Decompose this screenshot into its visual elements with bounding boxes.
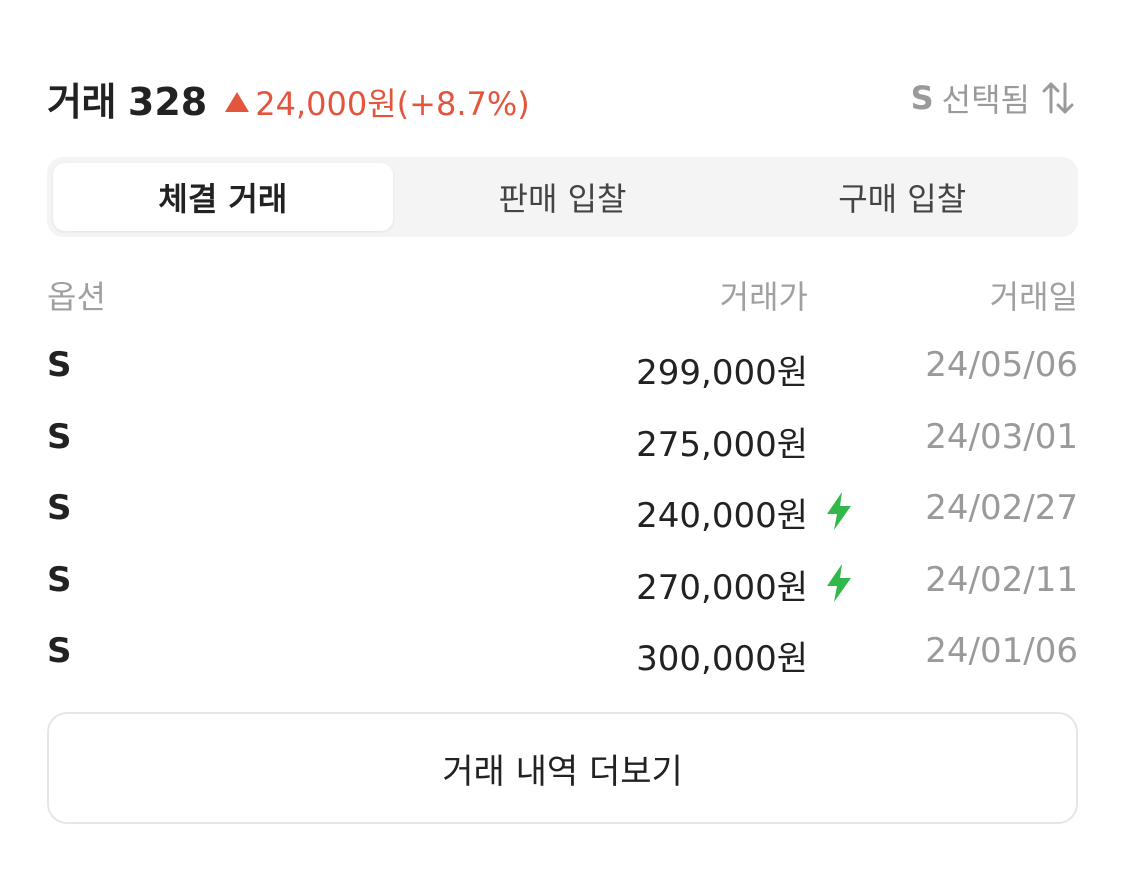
lightning-bolt-icon [827,492,851,530]
row-price: 275,000원 [636,424,808,465]
trade-title: 거래 [47,79,116,124]
table-row: S 299,000원 24/05/06 [47,333,1078,405]
row-date: 24/05/06 [925,345,1078,385]
row-option: S [47,488,72,528]
view-more-trades-button[interactable]: 거래 내역 더보기 [47,712,1078,824]
row-date: 24/02/11 [925,559,1078,600]
table-row: S 275,000원 24/03/01 [47,405,1078,477]
row-price: 300,000원 [636,639,808,679]
row-price: 270,000원 [636,567,808,608]
row-option: S [47,416,72,457]
trade-type-tabs: 체결 거래 판매 입찰 구매 입찰 [47,157,1078,237]
column-header-price: 거래가 [719,278,808,316]
row-option: S [47,345,72,385]
row-price: 240,000원 [636,496,808,536]
row-option: S [47,559,72,600]
trade-header: 거래 328 24,000원(+8.7%) S 선택됨 [47,70,1078,126]
sort-arrows-icon [1042,82,1074,114]
column-header-option: 옵션 [47,278,106,316]
trade-list: S 299,000원 24/05/06 S 275,000원 24/03/01 … [47,333,1078,691]
table-row: S 300,000원 24/01/06 [47,619,1078,691]
row-date: 24/02/27 [925,488,1078,528]
tab-completed-trades[interactable]: 체결 거래 [53,163,393,231]
trade-summary: 거래 328 24,000원(+8.7%) [47,71,530,126]
triangle-up-icon [225,91,250,112]
size-selector-button[interactable]: S 선택됨 [911,75,1078,121]
selected-size-suffix: 선택됨 [941,81,1030,119]
tab-buy-bids[interactable]: 구매 입찰 [732,163,1072,231]
column-header-date: 거래일 [989,278,1078,316]
row-date: 24/01/06 [925,631,1078,671]
table-header: 옵션 거래가 거래일 [47,272,1078,320]
tab-sell-bids[interactable]: 판매 입찰 [393,163,733,231]
row-date: 24/03/01 [925,416,1078,457]
trade-count: 328 [127,79,208,124]
price-change-text: 24,000원(+8.7%) [255,84,530,123]
row-price: 299,000원 [636,353,808,393]
table-row: S 240,000원 24/02/27 [47,476,1078,548]
lightning-bolt-icon [827,563,851,602]
selected-size: S [910,79,934,117]
row-option: S [47,631,72,671]
price-change: 24,000원(+8.7%) [225,79,530,125]
table-row: S 270,000원 24/02/11 [47,548,1078,620]
